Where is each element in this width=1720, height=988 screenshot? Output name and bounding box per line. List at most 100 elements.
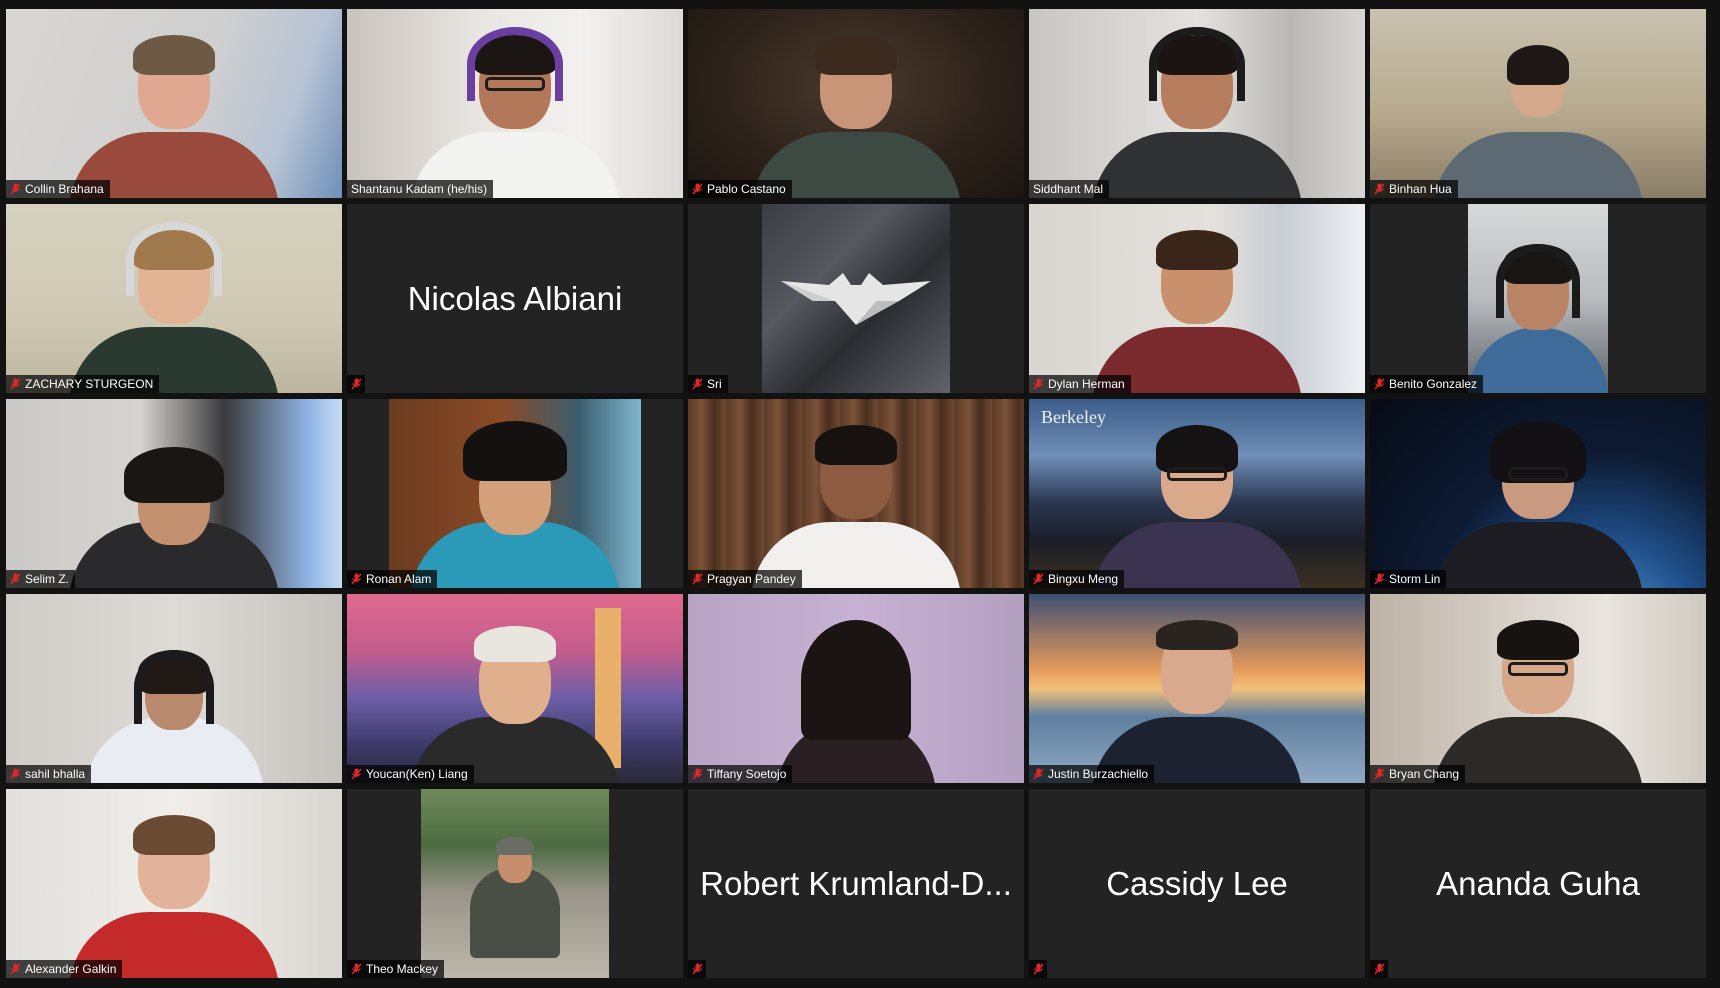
participant-name: Siddhant Mal [1033, 182, 1104, 196]
participant-tile-nicolas-albiani[interactable]: Nicolas Albiani [347, 204, 683, 393]
participant-name-tag: Alexander Galkin [6, 960, 123, 978]
participant-name-tag: Bingxu Meng [1029, 570, 1125, 588]
participant-name: Tiffany Soetojo [707, 767, 787, 781]
mic-muted-icon [351, 768, 362, 780]
participant-name-tag: sahil bhalla [6, 765, 92, 783]
participant-tile-dylan-herman[interactable]: Dylan Herman [1029, 204, 1365, 393]
participant-tile-collin-brahana[interactable]: Collin Brahana [6, 9, 342, 198]
participant-video [421, 789, 609, 978]
participant-tile-bingxu-meng[interactable]: Berkeley Bingxu Meng [1029, 399, 1365, 588]
participant-name: Alexander Galkin [25, 962, 117, 976]
participant-video [1370, 594, 1706, 783]
mic-muted-icon [10, 183, 21, 195]
participant-video [688, 399, 1024, 588]
participant-name: Collin Brahana [25, 182, 104, 196]
mic-muted-icon [10, 378, 21, 390]
mic-muted-icon [1374, 573, 1385, 585]
video-gallery: Collin Brahana Shantanu Kadam (he/his) P… [6, 9, 1714, 984]
mic-muted-icon [1374, 768, 1385, 780]
participant-tile-tiffany-soetojo[interactable]: Tiffany Soetojo [688, 594, 1024, 783]
participant-name: Youcan(Ken) Liang [366, 767, 468, 781]
participant-name-tag: Dylan Herman [1029, 375, 1131, 393]
participant-tile-shantanu-kadam[interactable]: Shantanu Kadam (he/his) [347, 9, 683, 198]
mic-muted-icon [692, 183, 703, 195]
participant-name: Justin Burzachiello [1048, 767, 1149, 781]
participant-video [347, 9, 683, 198]
mic-muted-badge [347, 375, 365, 393]
batman-logo-icon [781, 272, 931, 325]
participant-tile-binhan-hua[interactable]: Binhan Hua [1370, 9, 1706, 198]
mic-muted-icon [1032, 963, 1044, 975]
participant-video [688, 594, 1024, 783]
participant-name-tag: Youcan(Ken) Liang [347, 765, 474, 783]
participant-display-name: Robert Krumland-D... [700, 864, 1012, 902]
mic-muted-icon [1373, 963, 1385, 975]
participant-name-tag: Bryan Chang [1370, 765, 1466, 783]
participant-tile-pragyan-pandey[interactable]: Pragyan Pandey [688, 399, 1024, 588]
mic-muted-icon [692, 768, 703, 780]
participant-name-tag: Benito Gonzalez [1370, 375, 1484, 393]
participant-tile-benito-gonzalez[interactable]: Benito Gonzalez [1370, 204, 1706, 393]
participant-tile-zachary-sturgeon[interactable]: ZACHARY STURGEON [6, 204, 342, 393]
participant-video [1468, 204, 1608, 393]
participant-name-tag: Sri [688, 375, 728, 393]
mic-muted-icon [1033, 768, 1044, 780]
participant-tile-pablo-castano[interactable]: Pablo Castano [688, 9, 1024, 198]
participant-name-tag: Storm Lin [1370, 570, 1447, 588]
participant-display-name: Nicolas Albiani [407, 279, 623, 317]
participant-tile-alexander-galkin[interactable]: Alexander Galkin [6, 789, 342, 978]
participant-video [762, 204, 950, 393]
participant-name: Selim Z. [25, 572, 70, 586]
participant-tile-siddhant-mal[interactable]: Siddhant Mal [1029, 9, 1365, 198]
participant-tile-robert-krumland[interactable]: Robert Krumland-D... [688, 789, 1024, 978]
participant-name: Pragyan Pandey [707, 572, 796, 586]
participant-name: Binhan Hua [1389, 182, 1452, 196]
participant-name-tag: Justin Burzachiello [1029, 765, 1155, 783]
participant-video [1029, 204, 1365, 393]
mic-muted-icon [692, 573, 703, 585]
participant-name-tag: Siddhant Mal [1029, 180, 1110, 198]
participant-tile-bryan-chang[interactable]: Bryan Chang [1370, 594, 1706, 783]
mic-muted-icon [10, 768, 21, 780]
background-berkeley-text: Berkeley [1041, 407, 1106, 427]
participant-tile-storm-lin[interactable]: Storm Lin [1370, 399, 1706, 588]
participant-name: Pablo Castano [707, 182, 786, 196]
participant-tile-ananda-guha[interactable]: Ananda Guha [1370, 789, 1706, 978]
participant-video [6, 399, 342, 588]
participant-name-tag: Tiffany Soetojo [688, 765, 793, 783]
participant-name-tag: Pragyan Pandey [688, 570, 802, 588]
participant-tile-sri[interactable]: Sri [688, 204, 1024, 393]
mic-muted-icon [1374, 183, 1385, 195]
mic-muted-icon [351, 963, 362, 975]
participant-tile-justin-burzachiello[interactable]: Justin Burzachiello [1029, 594, 1365, 783]
participant-video [1370, 399, 1706, 588]
mic-muted-icon [1033, 378, 1044, 390]
participant-name: Dylan Herman [1048, 377, 1125, 391]
participant-tile-youcan-ken-liang[interactable]: Youcan(Ken) Liang [347, 594, 683, 783]
participant-video [6, 789, 342, 978]
mic-muted-icon [691, 963, 703, 975]
mic-muted-icon [10, 963, 21, 975]
mic-muted-icon [351, 573, 362, 585]
participant-video [1029, 594, 1365, 783]
participant-name: sahil bhalla [25, 767, 86, 781]
participant-video [6, 594, 342, 783]
participant-name: ZACHARY STURGEON [25, 377, 154, 391]
participant-name-tag: Shantanu Kadam (he/his) [347, 180, 494, 198]
participant-video [6, 9, 342, 198]
participant-name-tag: Collin Brahana [6, 180, 110, 198]
participant-tile-selim-z[interactable]: Selim Z. [6, 399, 342, 588]
participant-tile-cassidy-lee[interactable]: Cassidy Lee [1029, 789, 1365, 978]
participant-video [1370, 9, 1706, 198]
participant-video: Berkeley [1029, 399, 1365, 588]
participant-name-tag: Ronan Alam [347, 570, 438, 588]
participant-tile-theo-mackey[interactable]: Theo Mackey [347, 789, 683, 978]
participant-name-tag: Selim Z. [6, 570, 76, 588]
mic-muted-icon [1033, 573, 1044, 585]
participant-tile-ronan-alam[interactable]: Ronan Alam [347, 399, 683, 588]
mic-muted-icon [692, 378, 703, 390]
participant-tile-sahil-bhalla[interactable]: sahil bhalla [6, 594, 342, 783]
participant-name: Sri [707, 377, 722, 391]
participant-display-name: Ananda Guha [1436, 864, 1640, 902]
participant-video [1029, 9, 1365, 198]
